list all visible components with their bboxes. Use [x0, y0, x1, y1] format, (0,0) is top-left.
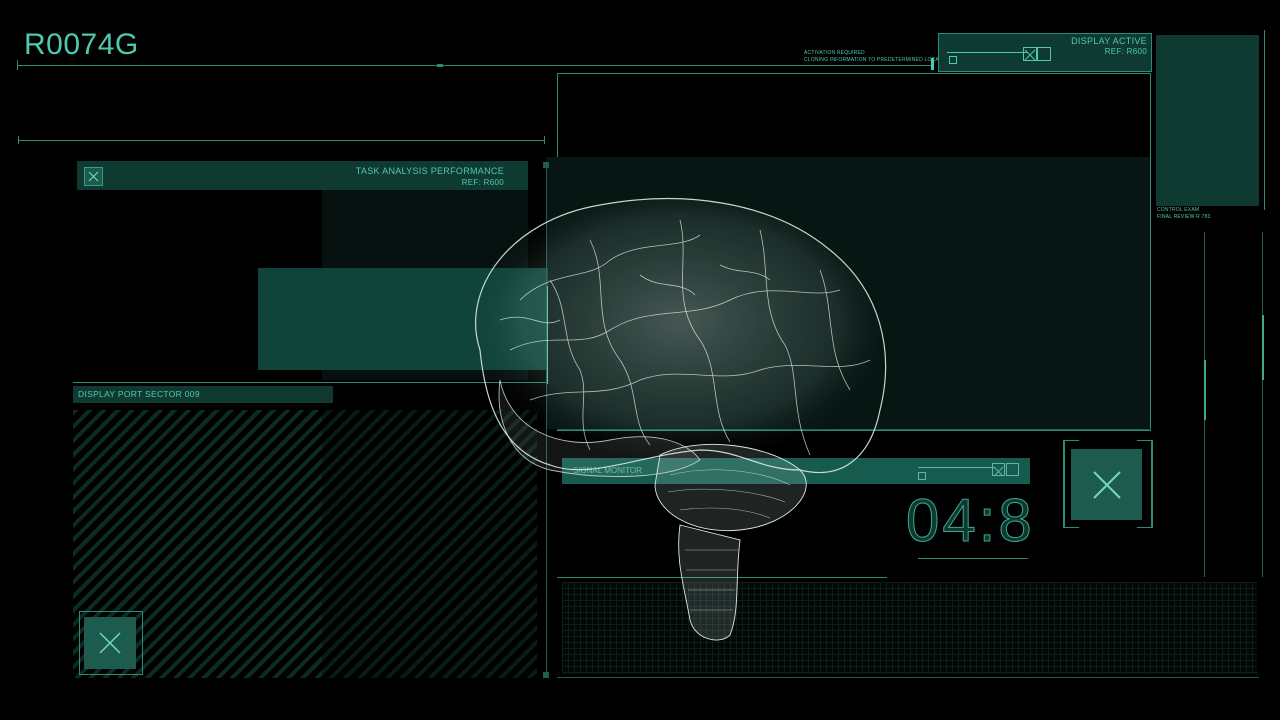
- center-vertical-cap-top: [543, 162, 549, 168]
- right-close-button[interactable]: [1071, 449, 1142, 520]
- top-divider-tick: [17, 60, 18, 70]
- right-side-panel: [1156, 35, 1259, 206]
- right-vertical-a-highlight: [1204, 360, 1206, 420]
- signal-handle-square: [918, 472, 926, 480]
- timer-underline: [918, 558, 1028, 559]
- activation-notice: ACTIVATION REQUIRED CLONING INFORMATION …: [804, 50, 951, 64]
- side-note-line2: FINAL REVIEW R 783: [1157, 214, 1211, 220]
- right-vertical-b-highlight: [1262, 315, 1264, 380]
- center-vertical-cap-bottom: [543, 672, 549, 678]
- close-icon: [1024, 49, 1036, 61]
- grid-bottom-divider: [557, 677, 1259, 678]
- task-close-button[interactable]: [84, 167, 103, 186]
- display-active-title: DISPLAY ACTIVE: [1071, 36, 1147, 46]
- bottom-left-close-button[interactable]: [84, 617, 136, 669]
- timer-readout: 04:8: [906, 487, 1035, 555]
- left-divider-tick-a: [18, 136, 19, 144]
- left-divider-tick-b: [544, 136, 545, 144]
- header-code: R0074G: [24, 28, 139, 61]
- close-icon: [88, 171, 99, 182]
- display-slider-track: [947, 52, 1027, 53]
- side-note: CONTROL EXAM FINAL REVIEW R 783: [1157, 207, 1210, 221]
- activation-line1: ACTIVATION REQUIRED: [804, 50, 865, 56]
- signal-small-square[interactable]: [1006, 463, 1019, 476]
- display-close-small[interactable]: [1023, 47, 1037, 61]
- notice-marker: [931, 58, 934, 70]
- port-sector-title: DISPLAY PORT SECTOR 009: [78, 389, 200, 399]
- left-divider: [18, 140, 545, 141]
- side-note-line1: CONTROL EXAM: [1157, 207, 1200, 213]
- display-handle-square: [949, 56, 957, 64]
- display-active-ref: REF: R600: [1104, 47, 1147, 56]
- top-divider-marker: [437, 64, 443, 67]
- task-analysis-title: TASK ANALYSIS PERFORMANCE: [355, 166, 504, 176]
- close-icon: [99, 632, 121, 654]
- signal-slider-track: [918, 467, 994, 468]
- display-small-square[interactable]: [1037, 47, 1051, 61]
- activation-line2: CLONING INFORMATION TO PREDETERMINED LOC…: [804, 57, 952, 63]
- display-active-panel: DISPLAY ACTIVE REF: R600: [938, 33, 1152, 72]
- port-sector-header: DISPLAY PORT SECTOR 009: [73, 386, 333, 403]
- brain-stem: [678, 524, 741, 641]
- close-icon: [1092, 470, 1121, 499]
- right-vertical-b: [1262, 232, 1263, 577]
- right-side-edge: [1264, 30, 1265, 210]
- top-divider: [17, 65, 932, 66]
- close-icon: [993, 466, 1004, 477]
- brain-wireframe: [475, 198, 887, 641]
- signal-close-small[interactable]: [992, 463, 1005, 477]
